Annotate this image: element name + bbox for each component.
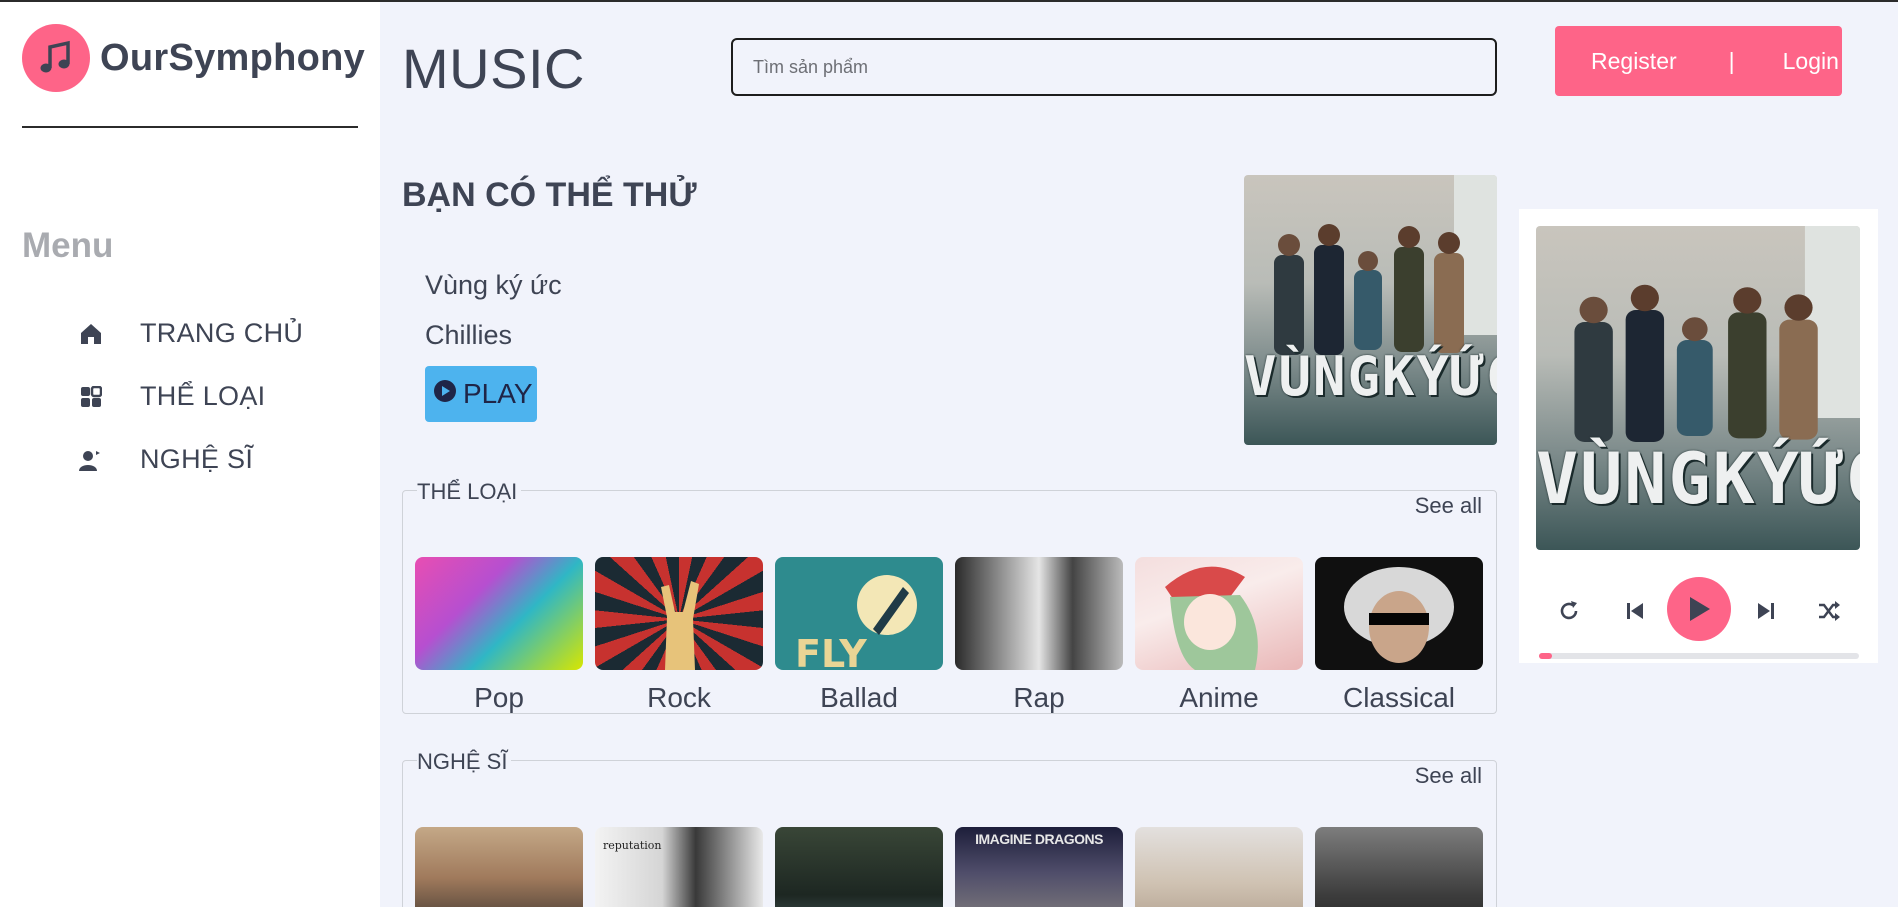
play-circle-icon: [433, 378, 457, 410]
play-label: PLAY: [463, 378, 533, 409]
cover-title: VÙNGKÝỨC: [1244, 345, 1497, 408]
brand-name: OurSymphony: [100, 36, 366, 79]
artist-icon: [78, 447, 104, 473]
artist-card[interactable]: IMAGINE DRAGONS: [955, 827, 1123, 907]
previous-button[interactable]: [1621, 597, 1649, 625]
genre-card-pop[interactable]: Pop: [415, 557, 583, 714]
sidebar-item-label: TRANG CHỦ: [140, 318, 304, 348]
progress-fill: [1539, 653, 1552, 659]
artists-section: NGHỆ SĨ See all reputation IMAGINE DRAGO…: [402, 749, 1497, 907]
sidebar-item-label: THỂ LOẠI: [140, 381, 266, 411]
artist-image: IMAGINE DRAGONS: [955, 827, 1123, 907]
artist-card[interactable]: reputation: [595, 827, 763, 907]
song-artist: Chillies: [425, 320, 513, 350]
song-title: Vùng ký ức: [425, 270, 562, 300]
artist-card[interactable]: [415, 827, 583, 907]
sidebar: OurSymphony Menu TRANG CHỦ THỂ LOẠI NGHỆ…: [0, 2, 380, 907]
login-button[interactable]: Login: [1783, 48, 1839, 75]
play-icon: [1690, 597, 1710, 621]
genre-card-rap[interactable]: Rap: [955, 557, 1123, 714]
genre-image: [955, 557, 1123, 670]
genre-card-classical[interactable]: Classical: [1315, 557, 1483, 714]
artist-image: [1135, 827, 1303, 907]
menu-title: Menu: [22, 226, 114, 265]
genre-image: [415, 557, 583, 670]
sidebar-item-artists[interactable]: NGHỆ SĨ: [78, 428, 303, 491]
register-button[interactable]: Register: [1591, 48, 1677, 75]
genre-image: FLY: [775, 557, 943, 670]
genre-image: [1135, 557, 1303, 670]
genre-label: Rap: [1013, 682, 1065, 713]
genre-image: [595, 557, 763, 670]
genre-card-anime[interactable]: Anime: [1135, 557, 1303, 714]
auth-buttons: Register | Login: [1555, 26, 1842, 96]
svg-text:FLY: FLY: [795, 632, 867, 670]
divider: [22, 126, 358, 128]
page-title: MUSIC: [402, 37, 585, 100]
next-button[interactable]: [1752, 597, 1780, 625]
artist-card[interactable]: [775, 827, 943, 907]
suggestion-title: BẠN CÓ THỂ THỬ: [402, 176, 697, 214]
player-controls: [1519, 577, 1878, 643]
genre-label: Pop: [474, 682, 524, 713]
music-note-icon: [22, 24, 90, 92]
brand[interactable]: OurSymphony: [22, 24, 365, 92]
genre-label: Ballad: [820, 682, 898, 713]
play-button[interactable]: PLAY: [425, 366, 537, 422]
sidebar-nav: TRANG CHỦ THỂ LOẠI NGHỆ SĨ: [78, 302, 303, 491]
section-title: NGHỆ SĨ: [417, 749, 512, 775]
artist-thumb-text: reputation: [603, 839, 662, 852]
genres-section: THỂ LOẠI See all Pop Rock FLY Ballad Rap: [402, 479, 1497, 714]
artist-card[interactable]: [1135, 827, 1303, 907]
artist-image: reputation: [595, 827, 763, 907]
shuffle-button[interactable]: [1815, 597, 1843, 625]
genre-label: Anime: [1179, 682, 1259, 713]
genre-label: Classical: [1342, 682, 1456, 713]
repeat-icon: [1560, 601, 1578, 620]
previous-icon: [1627, 603, 1643, 619]
auth-separator: |: [1728, 47, 1735, 74]
genre-card-rock[interactable]: Rock: [595, 557, 763, 714]
see-all-artists-link[interactable]: See all: [1415, 763, 1482, 789]
sidebar-item-home[interactable]: TRANG CHỦ: [78, 302, 303, 365]
artist-thumb-text: IMAGINE DRAGONS: [975, 831, 1103, 847]
search-input[interactable]: [731, 38, 1497, 96]
artist-image: [415, 827, 583, 907]
music-player: VÙNGKÝỨC: [1519, 209, 1878, 663]
genre-card-ballad[interactable]: FLY Ballad: [775, 557, 943, 714]
play-pause-button[interactable]: [1667, 577, 1731, 641]
progress-bar[interactable]: [1539, 653, 1859, 659]
cover-title: VÙNGKÝỨC: [1536, 438, 1860, 520]
repeat-button[interactable]: [1555, 597, 1583, 625]
player-cover: VÙNGKÝỨC: [1536, 226, 1860, 550]
grid-icon: [78, 384, 104, 410]
home-icon: [78, 321, 104, 347]
next-icon: [1758, 603, 1774, 619]
artist-image: [775, 827, 943, 907]
sidebar-item-genres[interactable]: THỂ LOẠI: [78, 365, 303, 428]
genre-label: Rock: [647, 682, 711, 713]
section-title: THỂ LOẠI: [417, 479, 522, 505]
artist-image: [1315, 827, 1483, 907]
see-all-genres-link[interactable]: See all: [1415, 493, 1482, 519]
shuffle-icon: [1819, 601, 1840, 621]
artist-card[interactable]: [1315, 827, 1483, 907]
genre-image: [1315, 557, 1483, 670]
sidebar-item-label: NGHỆ SĨ: [140, 444, 254, 474]
song-cover[interactable]: VÙNGKÝỨC: [1244, 175, 1497, 445]
